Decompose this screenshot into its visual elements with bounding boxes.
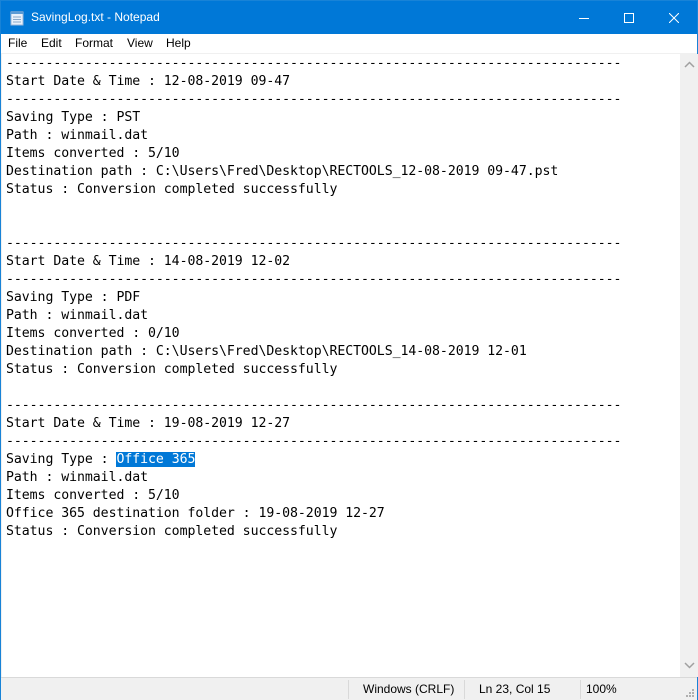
line-prefix: Saving Type : [6, 452, 117, 467]
title-bar[interactable]: SavingLog.txt - Notepad [1, 1, 697, 34]
notepad-icon [10, 10, 24, 26]
status-separator [464, 680, 465, 699]
status-separator [580, 680, 581, 699]
separator-line: ----------------------------------------… [6, 236, 622, 251]
status-zoom: 100% [586, 682, 617, 696]
vertical-scrollbar[interactable] [681, 54, 698, 677]
text-line [6, 217, 621, 235]
resize-grip-icon[interactable] [684, 687, 694, 697]
text-line: Start Date & Time : 19-08-2019 12-27 [6, 416, 291, 431]
menu-help[interactable]: Help [166, 36, 191, 50]
text-line: Items converted : 5/10 [6, 488, 180, 503]
text-line: Destination path : C:\Users\Fred\Desktop… [6, 344, 527, 359]
text-line: Saving Type : PDF [6, 290, 141, 305]
maximize-button[interactable] [606, 1, 652, 34]
menu-bar: File Edit Format View Help [1, 34, 697, 53]
text-editor[interactable]: ----------------------------------------… [2, 54, 680, 677]
separator-line: ----------------------------------------… [6, 434, 622, 449]
menu-file[interactable]: File [8, 36, 27, 50]
menu-view[interactable]: View [127, 36, 153, 50]
separator-line: ----------------------------------------… [6, 398, 622, 413]
text-line [6, 199, 621, 217]
text-line: Start Date & Time : 14-08-2019 12-02 [6, 254, 291, 269]
selected-text[interactable]: Office 365 [116, 452, 195, 467]
text-line: Status : Conversion completed successful… [6, 182, 338, 197]
text-line: Start Date & Time : 12-08-2019 09-47 [6, 74, 291, 89]
text-line: Status : Conversion completed successful… [6, 524, 338, 539]
text-line: Path : winmail.dat [6, 128, 149, 143]
separator-line: ----------------------------------------… [6, 92, 622, 107]
text-line: Destination path : C:\Users\Fred\Desktop… [6, 164, 559, 179]
menu-format[interactable]: Format [75, 36, 113, 50]
text-line: Path : winmail.dat [6, 308, 149, 323]
scroll-down-icon[interactable] [684, 660, 695, 671]
notepad-window: SavingLog.txt - Notepad File Edit Format… [0, 0, 698, 700]
status-cursor-position: Ln 23, Col 15 [479, 682, 551, 696]
close-icon [669, 12, 679, 23]
text-line: Saving Type : Office 365 [6, 451, 621, 469]
separator-line: ----------------------------------------… [6, 56, 622, 71]
text-line: Saving Type : PST [6, 110, 141, 125]
window-title: SavingLog.txt - Notepad [31, 10, 160, 24]
minimize-icon [579, 17, 589, 19]
text-line: Items converted : 5/10 [6, 146, 180, 161]
menu-edit[interactable]: Edit [41, 36, 62, 50]
separator-line: ----------------------------------------… [6, 272, 622, 287]
close-button[interactable] [651, 1, 697, 34]
text-line: Path : winmail.dat [6, 470, 149, 485]
status-bar: Windows (CRLF) Ln 23, Col 15 100% [1, 677, 697, 700]
status-line-ending: Windows (CRLF) [363, 682, 455, 696]
text-line: Items converted : 0/10 [6, 326, 180, 341]
maximize-icon [624, 12, 634, 23]
minimize-button[interactable] [561, 1, 607, 34]
text-line: Office 365 destination folder : 19-08-20… [6, 506, 385, 521]
document-text[interactable]: ----------------------------------------… [6, 55, 621, 541]
text-line [6, 379, 621, 397]
scroll-up-icon[interactable] [684, 60, 695, 71]
text-line: Status : Conversion completed successful… [6, 362, 338, 377]
status-separator [348, 680, 349, 699]
